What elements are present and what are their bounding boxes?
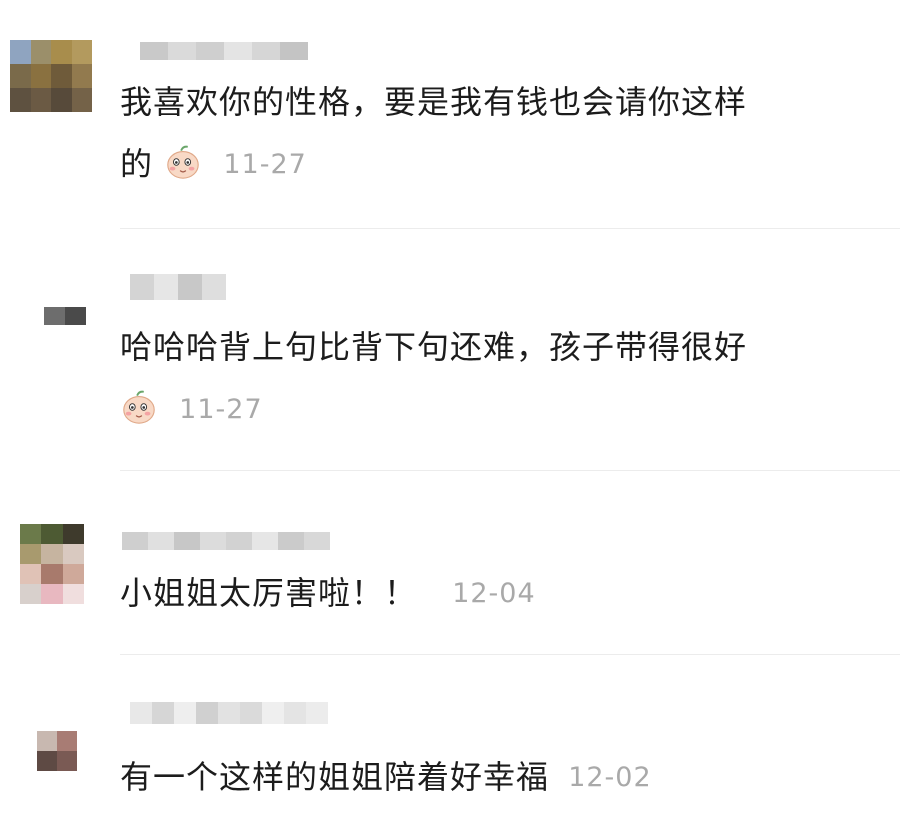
comment-item[interactable]: 有一个这样的姐姐陪着好幸福 12-02 (0, 656, 900, 831)
comment-date: 12-04 (452, 578, 536, 609)
comment-item[interactable]: 哈哈哈背上句比背下句还难，孩子带得很好 11-27 (0, 230, 900, 470)
comment-text: 小姐姐太厉害啦！！ 12-04 (120, 564, 536, 623)
comment-text: 11-27 (120, 380, 263, 439)
username-blurred[interactable] (122, 532, 330, 550)
divider (120, 654, 900, 655)
comment-text-line: 哈哈哈背上句比背下句还难，孩子带得很好 (120, 328, 748, 366)
comment-date: 12-02 (568, 762, 652, 793)
blush-peach-emoji-icon (123, 390, 155, 424)
comment-date: 11-27 (223, 149, 307, 180)
divider (120, 470, 900, 471)
comment-date: 11-27 (179, 394, 263, 425)
comment-text: 的 11-27 (120, 135, 307, 194)
avatar[interactable] (37, 731, 77, 771)
username-blurred[interactable] (130, 274, 226, 300)
comment-text: 我喜欢你的性格，要是我有钱也会请你这样 (120, 73, 747, 131)
comment-text-line: 的 (120, 145, 154, 183)
blush-peach-emoji-icon (167, 145, 199, 179)
comment-text-line: 有一个这样的姐姐陪着好幸福 (120, 758, 550, 796)
avatar[interactable] (44, 307, 86, 325)
comment-text-line: 小姐姐太厉害啦！！ (120, 574, 418, 612)
username-blurred[interactable] (140, 42, 308, 60)
divider (120, 228, 900, 229)
comment-text: 有一个这样的姐姐陪着好幸福 12-02 (120, 748, 652, 807)
avatar[interactable] (10, 40, 92, 112)
username-blurred[interactable] (130, 702, 328, 724)
comment-item[interactable]: 我喜欢你的性格，要是我有钱也会请你这样 的 11-27 (0, 0, 900, 230)
comment-item[interactable]: 小姐姐太厉害啦！！ 12-04 (0, 472, 900, 652)
comment-text-line: 我喜欢你的性格，要是我有钱也会请你这样 (120, 83, 748, 121)
comment-text: 哈哈哈背上句比背下句还难，孩子带得很好 (120, 318, 747, 376)
avatar[interactable] (20, 524, 84, 604)
